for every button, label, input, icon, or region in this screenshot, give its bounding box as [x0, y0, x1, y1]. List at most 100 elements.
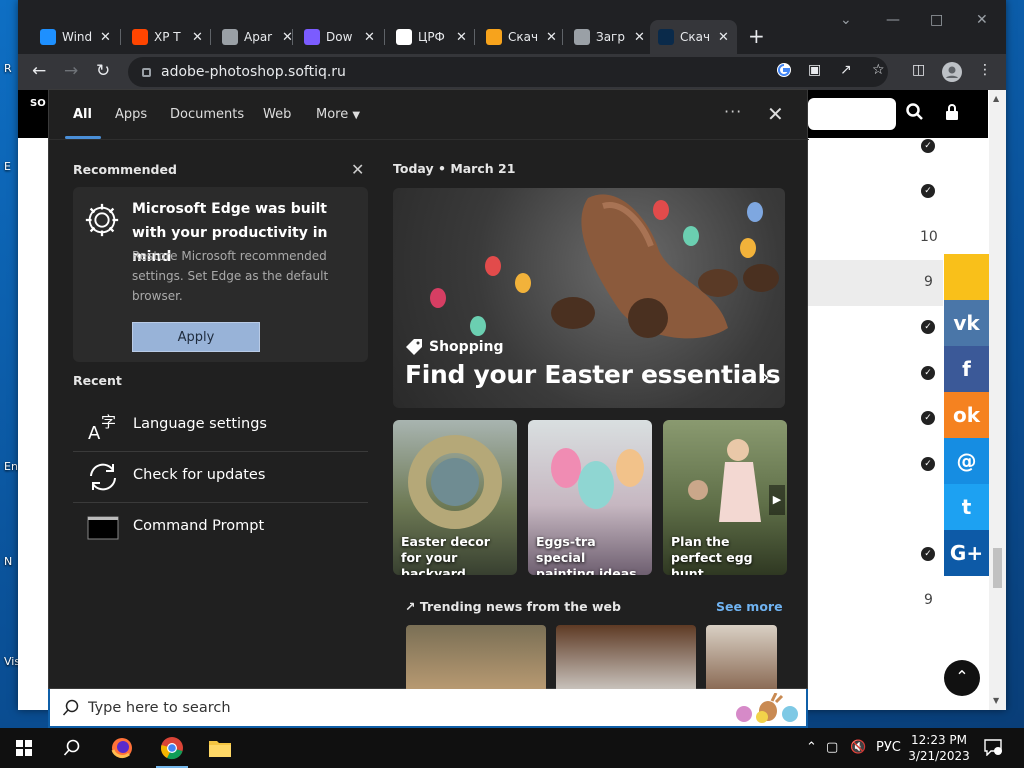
- close-tab-icon[interactable]: ✕: [718, 30, 729, 45]
- desktop-icon-label[interactable]: En: [4, 460, 18, 473]
- browser-tab[interactable]: XP T ✕: [124, 20, 211, 54]
- check-icon: ✓: [921, 139, 935, 153]
- tab-apps[interactable]: Apps: [115, 107, 147, 122]
- share-facebook-button[interactable]: f: [944, 346, 989, 392]
- site-search-input[interactable]: [808, 98, 896, 130]
- browser-tab[interactable]: Скач ✕: [650, 20, 737, 54]
- hero-category-label: Shopping: [429, 339, 504, 355]
- close-tab-icon[interactable]: ✕: [192, 30, 203, 45]
- tab-favicon-icon: [132, 29, 148, 45]
- tab-title: Скач: [680, 30, 710, 44]
- card-caption: Easter decor for your backyard: [401, 534, 490, 575]
- scroll-thumb[interactable]: [993, 548, 1002, 588]
- hero-card-easter[interactable]: Shopping Find your Easter essentials ›: [393, 188, 785, 408]
- close-window-button[interactable]: ✕: [976, 12, 988, 28]
- chevron-down-icon: ▼: [352, 110, 361, 121]
- recent-item-command-prompt[interactable]: Command Prompt: [73, 503, 368, 553]
- tab-more[interactable]: More ▼: [316, 107, 360, 122]
- browser-tab[interactable]: Скач ✕: [478, 20, 565, 54]
- side-panel-icon[interactable]: ◫: [912, 62, 925, 78]
- cards-next-arrow[interactable]: ▶: [769, 485, 785, 515]
- desktop-icon-label[interactable]: E: [4, 160, 11, 173]
- news-card-person[interactable]: [706, 625, 777, 690]
- google-icon[interactable]: [776, 62, 792, 82]
- search-icon[interactable]: [906, 103, 924, 125]
- close-tab-icon[interactable]: ✕: [634, 30, 645, 45]
- new-tab-button[interactable]: +: [748, 24, 765, 48]
- share-mail-button[interactable]: @: [944, 438, 989, 484]
- system-clock[interactable]: 12:23 PM 3/21/2023: [906, 732, 972, 764]
- date-label: March 21: [450, 161, 516, 176]
- mail-icon: @: [956, 449, 977, 473]
- share-icon[interactable]: ↗: [840, 62, 852, 78]
- close-panel-button[interactable]: ✕: [767, 102, 784, 126]
- trending-heading-label: Trending news from the web: [419, 599, 621, 614]
- news-card-politics[interactable]: [556, 625, 696, 690]
- taskbar-search-box[interactable]: [48, 689, 808, 728]
- more-options-icon[interactable]: ···: [724, 102, 742, 121]
- tab-all[interactable]: All: [73, 107, 92, 122]
- translate-icon[interactable]: ▣: [808, 62, 821, 78]
- taskbar-search-button[interactable]: [48, 728, 96, 768]
- close-tab-icon[interactable]: ✕: [100, 30, 111, 45]
- reload-button[interactable]: ↻: [96, 61, 110, 81]
- card-easter-decor[interactable]: Easter decor for your backyard: [393, 420, 517, 575]
- firefox-taskbar-button[interactable]: [98, 728, 146, 768]
- show-hidden-icons-chevron[interactable]: ⌃: [806, 740, 817, 755]
- see-more-link[interactable]: See more: [716, 599, 783, 614]
- lock-icon[interactable]: [946, 104, 958, 124]
- tab-favicon-icon: [486, 29, 502, 45]
- dismiss-recommended-button[interactable]: ✕: [351, 160, 364, 179]
- close-tab-icon[interactable]: ✕: [546, 30, 557, 45]
- lock-icon[interactable]: [142, 67, 151, 77]
- page-scrollbar[interactable]: ▲ ▼: [989, 90, 1006, 710]
- firefox-icon: [111, 738, 132, 759]
- card-egg-painting[interactable]: Eggs-tra special painting ideas: [528, 420, 652, 575]
- share-yellow-button[interactable]: [944, 254, 989, 300]
- browser-tab[interactable]: Apar ✕: [214, 20, 301, 54]
- scroll-down-icon[interactable]: ▼: [993, 696, 999, 705]
- share-google-plus-button[interactable]: G+: [944, 530, 989, 576]
- search-icon: [63, 739, 80, 756]
- recent-item-language-settings[interactable]: A 字 Language settings: [73, 401, 368, 451]
- back-button[interactable]: ←: [32, 61, 46, 81]
- start-button[interactable]: [0, 728, 48, 768]
- bookmark-star-icon[interactable]: ☆: [872, 62, 885, 78]
- profile-avatar[interactable]: [942, 62, 962, 86]
- browser-tab[interactable]: ЦРФ ✕: [388, 20, 475, 54]
- windows-logo-icon: [16, 740, 32, 756]
- browser-tab[interactable]: Dow ✕: [296, 20, 383, 54]
- tab-documents[interactable]: Documents: [170, 107, 244, 122]
- desktop-icon-label[interactable]: R: [4, 62, 12, 75]
- share-vk-button[interactable]: vk: [944, 300, 989, 346]
- input-language-indicator[interactable]: РУС: [876, 740, 901, 755]
- network-icon[interactable]: ▢: [826, 740, 838, 755]
- tab-title: Wind: [62, 30, 92, 44]
- file-explorer-taskbar-button[interactable]: [196, 728, 244, 768]
- address-bar[interactable]: adobe-photoshop.softiq.ru: [128, 57, 888, 87]
- apply-button[interactable]: Apply: [132, 322, 260, 352]
- tab-web[interactable]: Web: [263, 107, 291, 122]
- search-input[interactable]: [88, 697, 688, 719]
- painted-eggs-image: [551, 448, 644, 509]
- tab-search-icon[interactable]: ⌄: [840, 12, 852, 28]
- notification-center-icon[interactable]: [984, 738, 1002, 760]
- menu-kebab-icon[interactable]: ⋮: [978, 62, 992, 78]
- browser-tab[interactable]: Wind ✕: [32, 20, 119, 54]
- recent-item-check-for-updates[interactable]: Check for updates: [73, 452, 368, 502]
- news-card-cougar[interactable]: [406, 625, 546, 690]
- forward-button[interactable]: →: [64, 61, 78, 81]
- browser-tab[interactable]: Загр ✕: [566, 20, 653, 54]
- share-odnoklassniki-button[interactable]: ok: [944, 392, 989, 438]
- scroll-up-icon[interactable]: ▲: [993, 94, 999, 103]
- desktop-icon-label[interactable]: N: [4, 555, 12, 568]
- maximize-button[interactable]: □: [930, 12, 943, 28]
- clock-time: 12:23 PM: [911, 733, 967, 747]
- chrome-taskbar-button[interactable]: [148, 728, 196, 768]
- share-twitter-button[interactable]: t: [944, 484, 989, 530]
- close-tab-icon[interactable]: ✕: [364, 30, 375, 45]
- volume-muted-icon[interactable]: 🔇: [850, 740, 866, 755]
- close-tab-icon[interactable]: ✕: [456, 30, 467, 45]
- minimize-button[interactable]: —: [886, 12, 900, 28]
- scroll-to-top-button[interactable]: ⌃: [944, 660, 980, 696]
